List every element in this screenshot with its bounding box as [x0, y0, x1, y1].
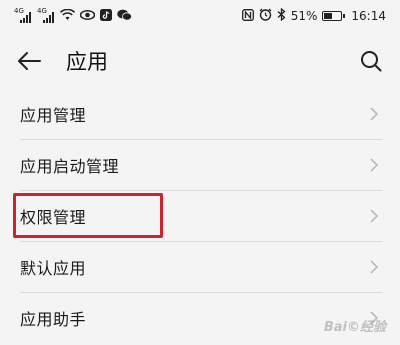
- list-item-permission-management[interactable]: 权限管理: [0, 190, 400, 241]
- alarm-icon: [259, 8, 272, 24]
- chevron-right-icon: [370, 157, 382, 173]
- list-item-label: 应用管理: [20, 105, 87, 125]
- battery-fill: [324, 13, 333, 19]
- signal2-label: 4G: [37, 6, 47, 15]
- battery-icon: [322, 11, 346, 21]
- status-left: 4G 4G: [14, 6, 132, 24]
- settings-list: 应用管理 应用启动管理 权限管理 默认应用 应用助手: [0, 88, 400, 343]
- baidu-jingyan-watermark: Bai©经验: [323, 320, 386, 335]
- list-item-label: 权限管理: [20, 207, 87, 227]
- time: 16:14: [351, 9, 386, 23]
- signal-icon: 4G: [14, 6, 32, 23]
- status-right: 51% 16:14: [241, 7, 386, 24]
- arrow-left-icon[interactable]: [16, 47, 44, 75]
- settings-screen: 4G 4G 51% 16:14 应用 应用管理 应用启动管理 权限管理 默认应用…: [0, 0, 400, 345]
- list-item-label: 默认应用: [20, 258, 87, 278]
- wifi-icon: [59, 8, 76, 24]
- signal-icon: 4G: [37, 6, 55, 23]
- list-item-label: 应用助手: [20, 309, 87, 329]
- header: 应用: [0, 32, 400, 90]
- list-item-default-apps[interactable]: 默认应用: [0, 241, 400, 292]
- bluetooth-icon: [277, 7, 286, 24]
- search-icon[interactable]: [358, 48, 384, 74]
- signal1-label: 4G: [14, 6, 24, 15]
- page-title: 应用: [66, 50, 108, 74]
- status-bar: 4G 4G 51% 16:14: [0, 0, 400, 32]
- chevron-right-icon: [370, 106, 382, 122]
- chevron-right-icon: [370, 259, 382, 275]
- chevron-right-icon: [370, 208, 382, 224]
- tiktok-icon: [100, 8, 112, 24]
- list-item-app-management[interactable]: 应用管理: [0, 88, 400, 139]
- wechat-icon: [117, 9, 132, 24]
- eye-icon: [79, 9, 96, 24]
- list-item-label: 应用启动管理: [20, 156, 120, 176]
- list-item-app-launch-management[interactable]: 应用启动管理: [0, 139, 400, 190]
- nfc-icon: [241, 8, 254, 24]
- battery-percent: 51%: [290, 9, 318, 23]
